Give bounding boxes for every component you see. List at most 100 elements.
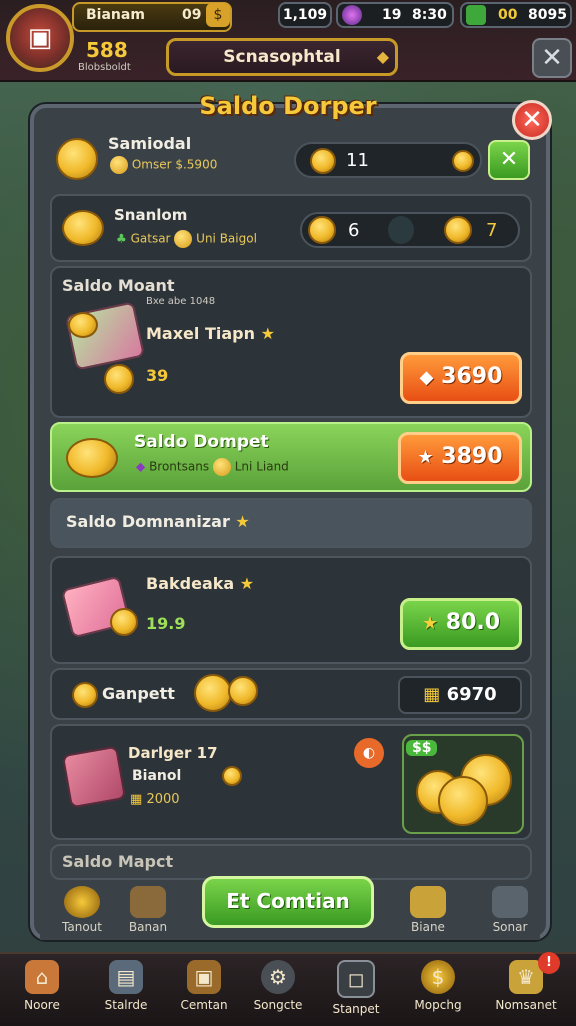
- row2-left-value: 6: [348, 220, 360, 241]
- resource-3-value: 8095: [528, 7, 567, 23]
- nav-stamp[interactable]: ◻ Stanpet: [320, 954, 392, 1026]
- buy-button-row3-label: 3690: [441, 364, 503, 389]
- star-icon: ★: [417, 447, 434, 468]
- coin-pile-offer[interactable]: $$: [402, 734, 524, 834]
- row2-divider: [388, 216, 414, 244]
- row2-subtitle: ♣ Gatsar Uni Baigol: [116, 230, 257, 248]
- nav-container[interactable]: ▣ Cemtan: [168, 954, 240, 1026]
- row8-value: ▦ 2000: [130, 792, 180, 807]
- chest-icon: ▣: [187, 960, 221, 994]
- coin-icon: [438, 776, 488, 826]
- bottom-nav: ⌂ Noore ▤ Stalrde ▣ Cemtan ⚙ Songcte ◻ S…: [0, 952, 576, 1026]
- row6-title: Bakdeaka ★: [146, 574, 254, 593]
- tab-2[interactable]: Banan: [112, 882, 184, 942]
- house-icon: ⌂: [25, 960, 59, 994]
- coin-icon: [194, 674, 232, 712]
- row1-subtitle-text: Omser $.5900: [131, 157, 218, 172]
- resource-counter-1[interactable]: 1,109: [278, 2, 332, 28]
- buy-button-row4[interactable]: ★ 3890: [398, 432, 522, 484]
- diamond-icon: ◆: [376, 47, 389, 66]
- resource-2-count: 19: [382, 7, 402, 23]
- tab-1-label: Tanout: [62, 920, 102, 934]
- wallet-row-8[interactable]: Darlger 17 Bianol ▦ 2000 ◐ $$: [50, 724, 532, 840]
- row8-value-text: 2000: [146, 792, 180, 807]
- cash-icon: [466, 5, 486, 25]
- tab-2-label: Banan: [128, 920, 168, 934]
- tab-1[interactable]: Tanout: [46, 882, 118, 942]
- coin-stack-icon: [66, 438, 118, 478]
- row1-amount-pill: 11: [294, 142, 482, 178]
- coin-stack-icon: [56, 138, 98, 180]
- coin-icon: $: [421, 960, 455, 994]
- coin-stack-icon: [62, 210, 104, 246]
- star-icon: ★: [421, 613, 439, 634]
- buy-button-row6[interactable]: ★ 80.0: [400, 598, 522, 650]
- wallet-row-4[interactable]: Saldo Dompet ◆ Brontsans Lni Liand ★ 389…: [50, 422, 532, 492]
- scroll-icon: ▤: [109, 960, 143, 994]
- top-close-button[interactable]: ✕: [532, 38, 572, 78]
- wallet-row-7[interactable]: Ganpett ▦ 6970: [50, 668, 532, 720]
- coin-icon: [174, 230, 193, 248]
- book-icon: [130, 886, 166, 918]
- top-bar: ▣ Bianam 09 $ 588 Blobsboldt 1,109 19 8:…: [0, 0, 576, 82]
- nav-settings[interactable]: ⚙ Songcte: [242, 954, 314, 1026]
- confirm-check-button[interactable]: ✕: [488, 140, 530, 180]
- player-level: 09: [182, 7, 202, 23]
- wallet-row-5[interactable]: Saldo Domnanizar ★: [50, 498, 532, 548]
- star-icon: ★: [239, 574, 255, 593]
- timer-badge-icon: ◐: [354, 738, 384, 768]
- wallet-row-2[interactable]: Snanlom ♣ Gatsar Uni Baigol 6 7: [50, 194, 532, 262]
- wallet-row-3[interactable]: Saldo Moant Bxe abe 1048 Maxel Tiapn ★ 3…: [50, 266, 532, 418]
- gold-subtitle: Blobsboldt: [78, 62, 131, 73]
- nav-stamp-label: Stanpet: [332, 1002, 380, 1016]
- coin-icon: [310, 148, 336, 174]
- resource-counter-3[interactable]: 00 8095: [460, 2, 572, 28]
- row7-price-tag[interactable]: ▦ 6970: [398, 676, 522, 714]
- main-cta-button[interactable]: Et Comtian: [202, 876, 374, 928]
- tab-3[interactable]: Biane: [392, 882, 464, 942]
- wallet-row-9[interactable]: Saldo Mapct: [50, 844, 532, 880]
- crate-icon: [492, 886, 528, 918]
- row8-title-text: Darlger 17: [128, 744, 218, 762]
- nav-container-label: Cemtan: [180, 998, 228, 1012]
- tab-4[interactable]: Sonar: [474, 882, 546, 942]
- resource-counter-2[interactable]: 19 8:30: [336, 2, 454, 28]
- tab-4-label: Sonar: [492, 920, 528, 934]
- row8-title: Darlger 17: [128, 744, 218, 762]
- buy-button-row3[interactable]: ◆ 3690: [400, 352, 522, 404]
- wallet-row-6[interactable]: Bakdeaka ★ 19.9 ★ 80.0: [50, 556, 532, 664]
- coin-icon: [110, 156, 128, 174]
- buy-button-row4-label: 3890: [441, 444, 503, 469]
- coin-icon: [104, 364, 134, 394]
- coin-icon: [444, 216, 472, 244]
- row1-amount: 11: [346, 150, 369, 171]
- row3-header: Saldo Moant: [62, 276, 175, 295]
- shovel-icon: [410, 886, 446, 918]
- row7-title: Ganpett: [102, 684, 175, 703]
- row3-title-text: Maxel Tiapn: [146, 324, 255, 343]
- chest-icon: [61, 745, 127, 809]
- player-name-bar[interactable]: Bianam 09 $: [72, 2, 232, 32]
- coin-icon: [228, 676, 258, 706]
- gold-bars-icon: ▦: [423, 684, 441, 705]
- nav-shop-label: Mopchg: [414, 998, 462, 1012]
- row1-subtitle: Omser $.5900: [110, 156, 217, 174]
- row2-subtitle-a: Gatsar: [130, 231, 171, 246]
- avatar-emblem-icon: ▣: [27, 23, 53, 53]
- player-avatar[interactable]: ▣: [6, 4, 74, 72]
- nav-home[interactable]: ⌂ Noore: [6, 954, 78, 1026]
- coin-icon: [212, 458, 231, 476]
- wallet-row-1[interactable]: Samiodal Omser $.5900 11 ✕: [50, 132, 532, 188]
- panel-title: Saldo Dorper: [199, 92, 377, 120]
- offer-tag: $$: [406, 740, 438, 756]
- coin-icon: [222, 766, 242, 786]
- gold-bars-icon: ▦: [130, 792, 143, 807]
- nav-stats[interactable]: ▤ Stalrde: [90, 954, 162, 1026]
- row2-amount-pill: 6 7: [300, 212, 520, 248]
- gold-count: 588: [86, 38, 128, 62]
- nav-shop[interactable]: $ Mopchg: [402, 954, 474, 1026]
- row4-subtitle-b: Lni Liand: [234, 459, 289, 474]
- coin-bag-icon: [64, 886, 100, 918]
- row2-right-value: 7: [486, 220, 498, 241]
- row4-title: Saldo Dompet: [134, 432, 269, 452]
